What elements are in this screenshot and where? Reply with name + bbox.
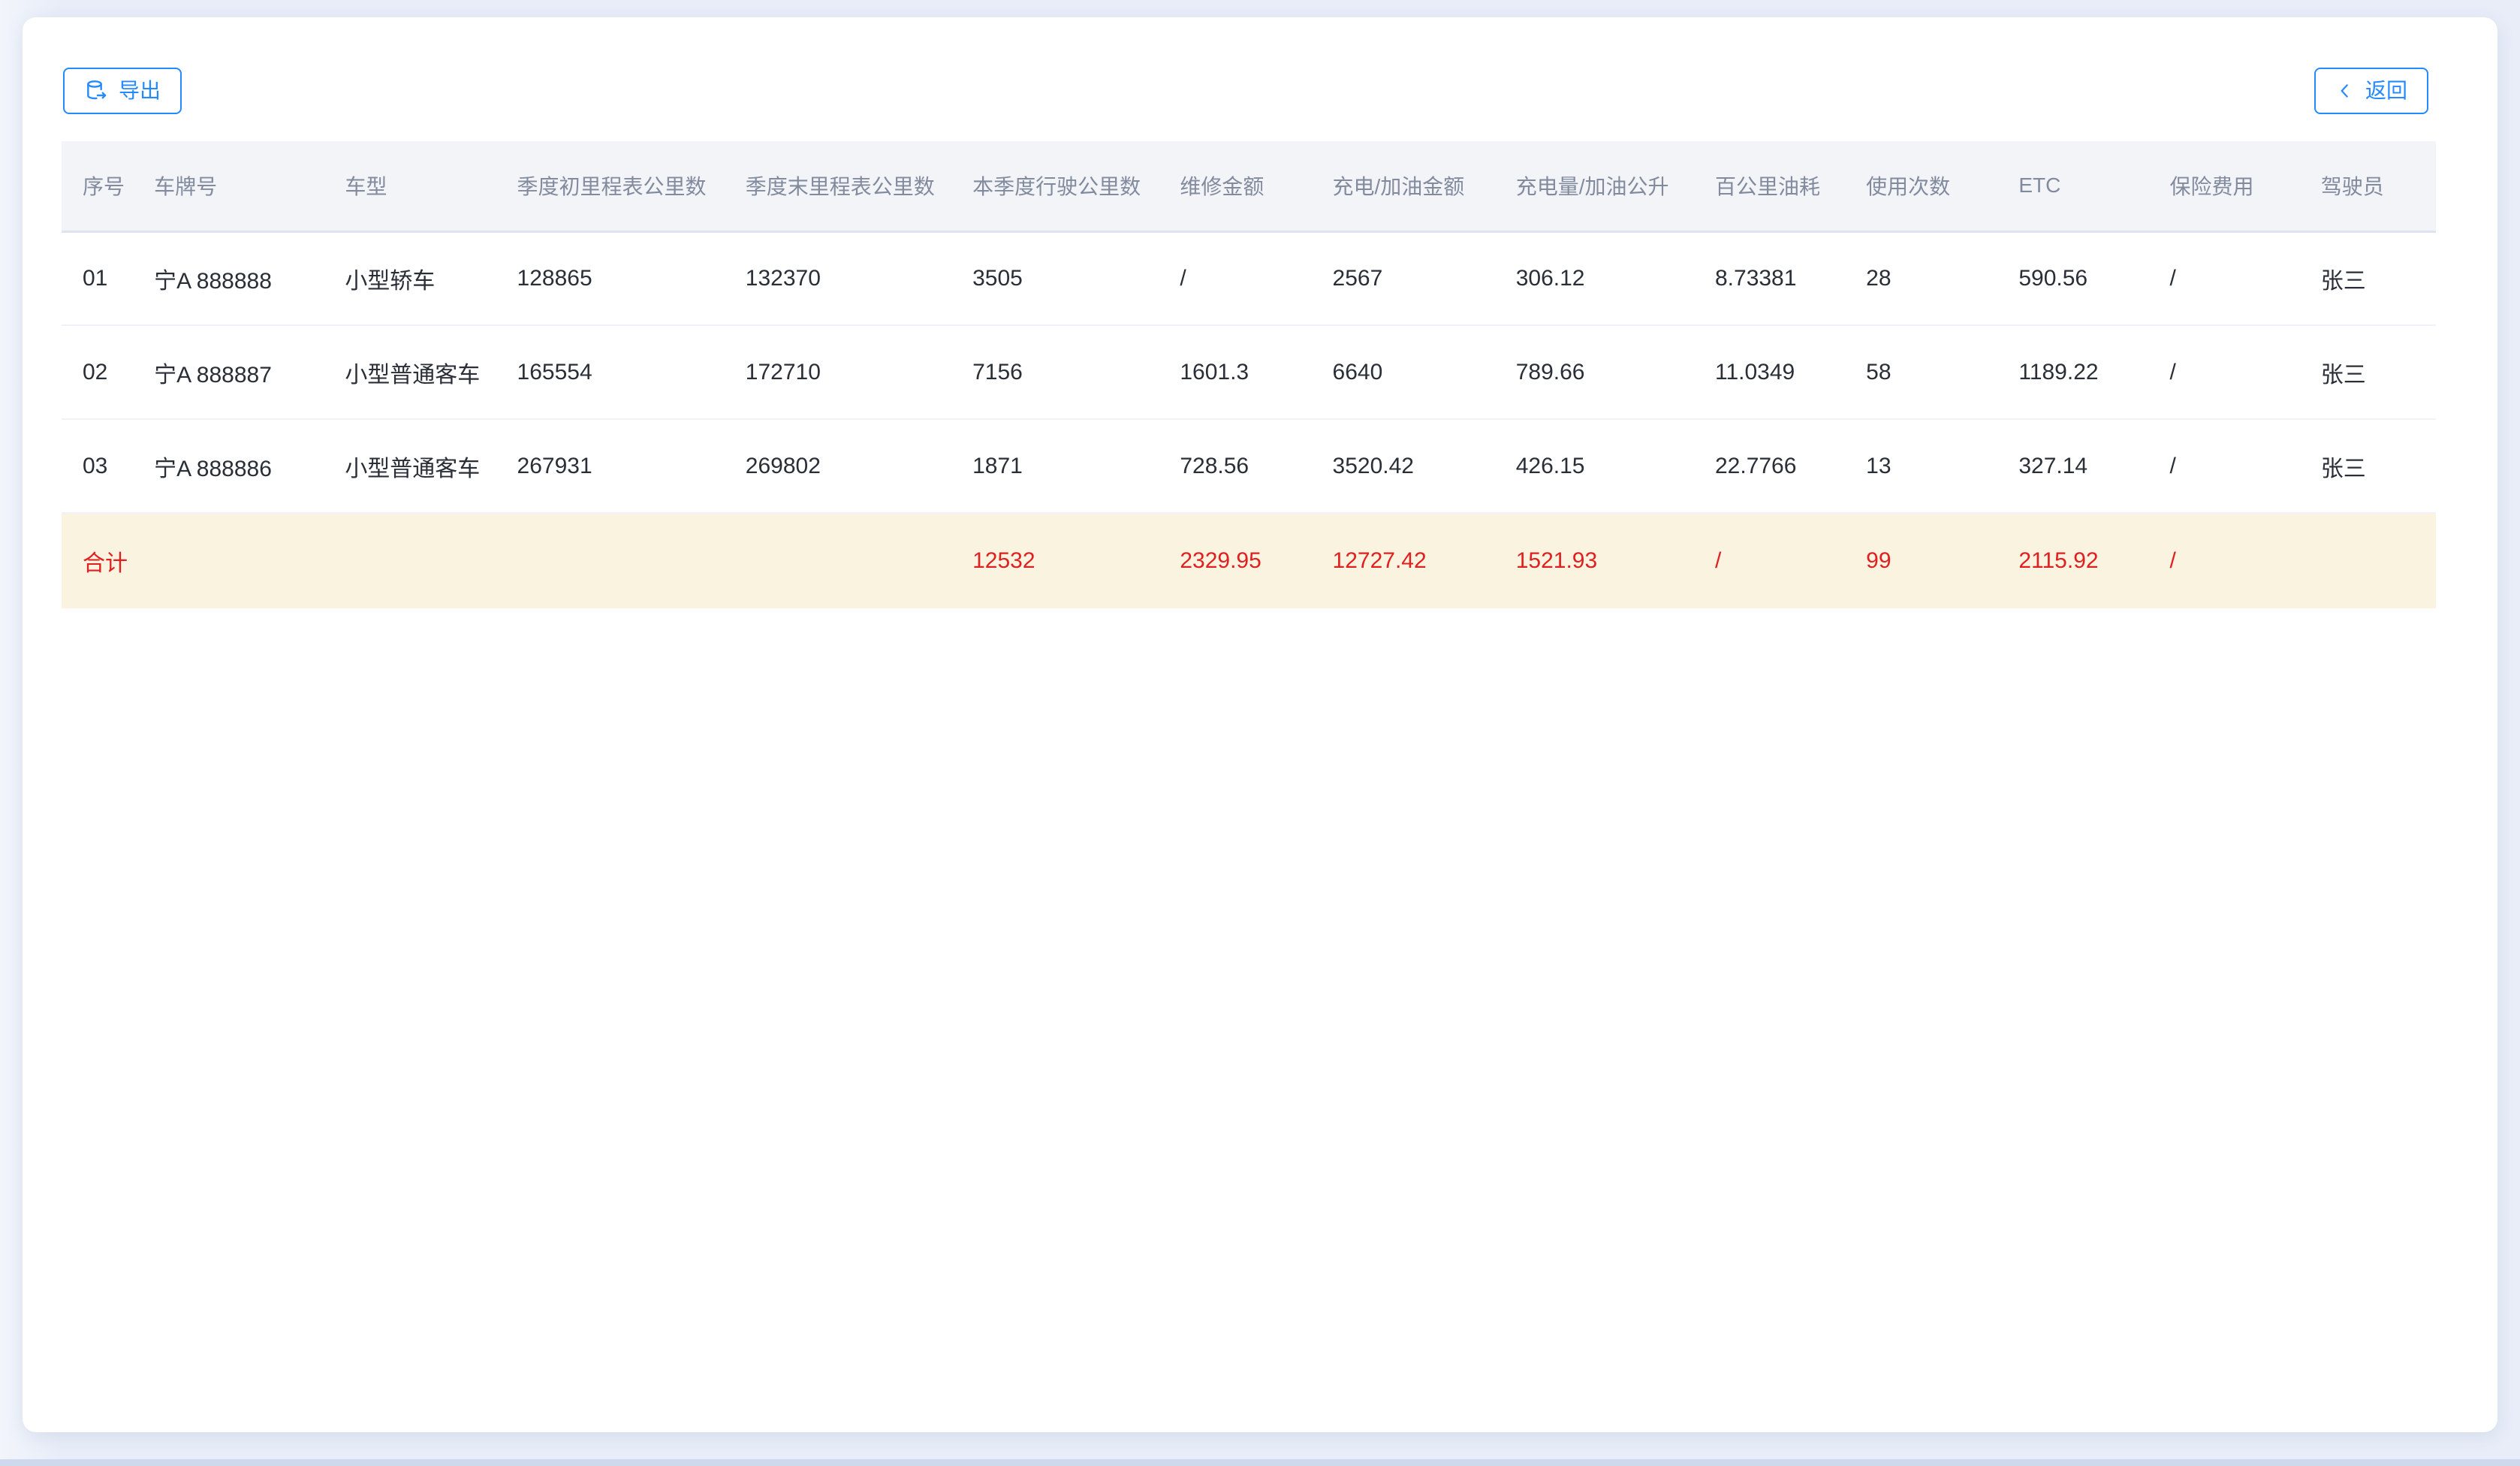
total-cell xyxy=(2300,513,2436,608)
table-cell: 172710 xyxy=(725,325,951,419)
table-cell: 58 xyxy=(1845,325,1997,419)
table-cell: 327.14 xyxy=(1997,419,2148,513)
header-cell: 驾驶员 xyxy=(2300,141,2436,231)
total-cell: 12727.42 xyxy=(1312,513,1495,608)
table-cell: 2567 xyxy=(1312,231,1495,325)
vehicle-stats-table-wrap: 序号车牌号车型季度初里程表公里数季度末里程表公里数本季度行驶公里数维修金额充电/… xyxy=(62,141,2436,608)
table-cell: 165554 xyxy=(496,325,725,419)
total-cell: / xyxy=(2149,513,2300,608)
table-header-row: 序号车牌号车型季度初里程表公里数季度末里程表公里数本季度行驶公里数维修金额充电/… xyxy=(62,141,2436,231)
table-cell: 1871 xyxy=(951,419,1159,513)
total-cell xyxy=(324,513,496,608)
header-cell: 本季度行驶公里数 xyxy=(951,141,1159,231)
table-cell: 01 xyxy=(62,231,133,325)
table-row: 01宁A 888888小型轿车1288651323703505/2567306.… xyxy=(62,231,2436,325)
total-cell: 12532 xyxy=(951,513,1159,608)
table-cell: / xyxy=(2149,325,2300,419)
table-cell: 张三 xyxy=(2300,419,2436,513)
header-cell: 季度末里程表公里数 xyxy=(725,141,951,231)
table-cell: 306.12 xyxy=(1495,231,1694,325)
export-button[interactable]: 导出 xyxy=(63,68,182,114)
table-cell: 267931 xyxy=(496,419,725,513)
database-export-icon xyxy=(84,79,108,103)
back-button-label: 返回 xyxy=(2365,80,2407,101)
table-cell: 张三 xyxy=(2300,231,2436,325)
header-cell: 车牌号 xyxy=(133,141,324,231)
table-cell: 11.0349 xyxy=(1694,325,1845,419)
table-cell: / xyxy=(2149,419,2300,513)
total-cell xyxy=(133,513,324,608)
total-cell: 99 xyxy=(1845,513,1997,608)
table-cell: 宁A 888886 xyxy=(133,419,324,513)
table-cell: 宁A 888887 xyxy=(133,325,324,419)
table-cell: 8.73381 xyxy=(1694,231,1845,325)
vehicle-stats-table: 序号车牌号车型季度初里程表公里数季度末里程表公里数本季度行驶公里数维修金额充电/… xyxy=(62,141,2436,608)
table-cell: 1189.22 xyxy=(1997,325,2148,419)
header-cell: ETC xyxy=(1997,141,2148,231)
table-cell: 132370 xyxy=(725,231,951,325)
total-cell: / xyxy=(1694,513,1845,608)
table-cell: 03 xyxy=(62,419,133,513)
header-cell: 使用次数 xyxy=(1845,141,1997,231)
table-cell: / xyxy=(2149,231,2300,325)
total-row: 合计125322329.9512727.421521.93/992115.92/ xyxy=(62,513,2436,608)
table-cell: 1601.3 xyxy=(1159,325,1311,419)
header-cell: 维修金额 xyxy=(1159,141,1311,231)
header-cell: 百公里油耗 xyxy=(1694,141,1845,231)
table-cell: / xyxy=(1159,231,1311,325)
total-cell xyxy=(496,513,725,608)
table-row: 02宁A 888887小型普通客车16555417271071561601.36… xyxy=(62,325,2436,419)
table-cell: 28 xyxy=(1845,231,1997,325)
header-cell: 保险费用 xyxy=(2149,141,2300,231)
total-cell: 2115.92 xyxy=(1997,513,2148,608)
table-cell: 张三 xyxy=(2300,325,2436,419)
table-cell: 小型轿车 xyxy=(324,231,496,325)
header-cell: 季度初里程表公里数 xyxy=(496,141,725,231)
table-row: 03宁A 888886小型普通客车2679312698021871728.563… xyxy=(62,419,2436,513)
header-cell: 充电/加油金额 xyxy=(1312,141,1495,231)
table-cell: 728.56 xyxy=(1159,419,1311,513)
total-cell: 1521.93 xyxy=(1495,513,1694,608)
header-cell: 充电量/加油公升 xyxy=(1495,141,1694,231)
table-cell: 小型普通客车 xyxy=(324,325,496,419)
table-cell: 宁A 888888 xyxy=(133,231,324,325)
total-row-label: 合计 xyxy=(62,513,133,608)
table-cell: 6640 xyxy=(1312,325,1495,419)
header-cell: 车型 xyxy=(324,141,496,231)
table-cell: 7156 xyxy=(951,325,1159,419)
table-cell: 426.15 xyxy=(1495,419,1694,513)
table-cell: 22.7766 xyxy=(1694,419,1845,513)
table-body: 01宁A 888888小型轿车1288651323703505/2567306.… xyxy=(62,231,2436,608)
table-cell: 269802 xyxy=(725,419,951,513)
back-button[interactable]: 返回 xyxy=(2314,68,2428,114)
export-button-label: 导出 xyxy=(119,80,161,101)
chevron-left-icon xyxy=(2335,81,2355,101)
table-cell: 3520.42 xyxy=(1312,419,1495,513)
table-cell: 590.56 xyxy=(1997,231,2148,325)
table-cell: 128865 xyxy=(496,231,725,325)
header-cell: 序号 xyxy=(62,141,133,231)
table-cell: 3505 xyxy=(951,231,1159,325)
total-cell xyxy=(725,513,951,608)
bottom-edge-strip xyxy=(0,1459,2520,1466)
table-cell: 小型普通客车 xyxy=(324,419,496,513)
content-card: 导出 返回 序号车牌号车型季度初里程表公里数季度末里程表公里数本季度行驶公里数维… xyxy=(23,17,2497,1432)
table-cell: 13 xyxy=(1845,419,1997,513)
table-cell: 02 xyxy=(62,325,133,419)
table-cell: 789.66 xyxy=(1495,325,1694,419)
total-cell: 2329.95 xyxy=(1159,513,1311,608)
